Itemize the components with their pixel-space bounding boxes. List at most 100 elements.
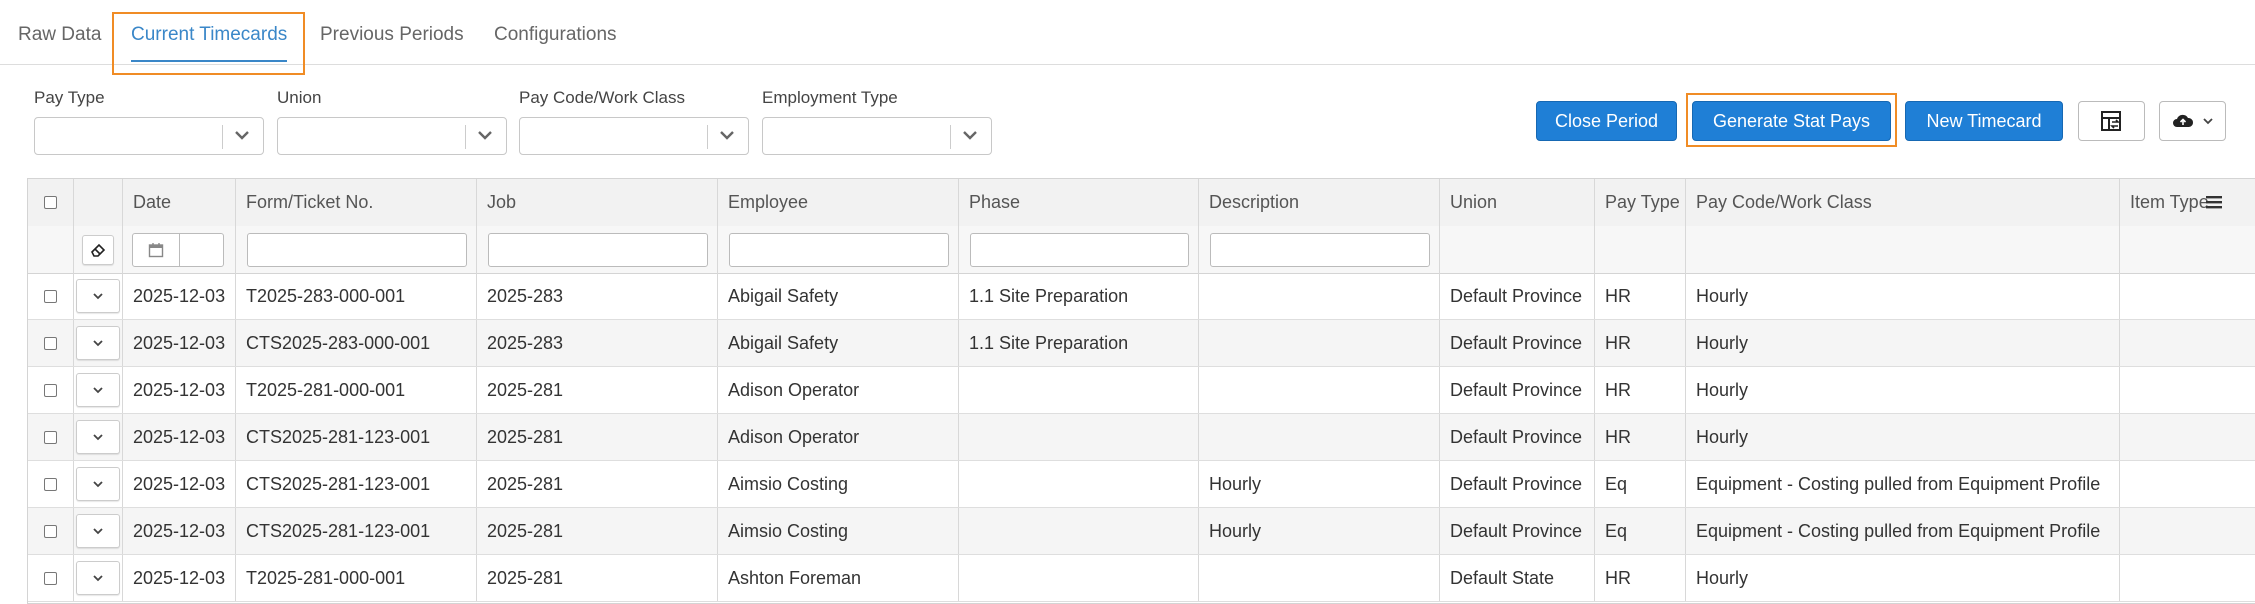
expand-row-button[interactable]	[76, 279, 120, 313]
cell-union: Default Province	[1440, 508, 1595, 554]
cell-employee: Adison Operator	[718, 414, 959, 460]
employment-type-select[interactable]	[762, 117, 992, 155]
cell-phase: 1.1 Site Preparation	[959, 320, 1199, 366]
cell-phase	[959, 461, 1199, 507]
close-period-button[interactable]: Close Period	[1536, 101, 1677, 141]
timecards-table: Date Form/Ticket No. Job Employee Phase …	[27, 178, 2255, 604]
row-checkbox[interactable]	[44, 383, 57, 397]
cell-phase	[959, 414, 1199, 460]
column-header-item-type[interactable]: Item Type	[2120, 179, 2255, 226]
table-row[interactable]: 2025-12-03 CTS2025-283-000-001 2025-283 Abi…	[28, 320, 2255, 367]
select-all-checkbox[interactable]	[44, 196, 57, 209]
filter-label-union: Union	[277, 88, 322, 107]
row-checkbox[interactable]	[44, 524, 57, 538]
cell-date: 2025-12-03	[123, 414, 236, 460]
column-header-employee[interactable]: Employee	[718, 179, 959, 226]
cell-employee: Aimsio Costing	[718, 461, 959, 507]
pay-type-select[interactable]	[34, 117, 264, 155]
cell-date: 2025-12-03	[123, 461, 236, 507]
column-header-pay-type[interactable]: Pay Type	[1595, 179, 1686, 226]
cell-pay-type: HR	[1595, 414, 1686, 460]
column-header-union[interactable]: Union	[1440, 179, 1595, 226]
column-header-date[interactable]: Date	[123, 179, 236, 226]
expand-row-button[interactable]	[76, 420, 120, 454]
expand-row-button[interactable]	[76, 514, 120, 548]
cell-description	[1199, 414, 1440, 460]
row-checkbox[interactable]	[44, 336, 57, 350]
phase-filter-input[interactable]	[970, 232, 1189, 267]
column-header-job[interactable]: Job	[477, 179, 718, 226]
export-dropdown-button[interactable]	[2159, 101, 2226, 141]
expand-row-button[interactable]	[76, 326, 120, 360]
column-header-description[interactable]: Description	[1199, 179, 1440, 226]
table-row[interactable]: 2025-12-03 T2025-283-000-001 2025-283 Abiga…	[28, 273, 2255, 320]
union-select[interactable]	[277, 117, 507, 155]
cell-employee: Ashton Foreman	[718, 555, 959, 601]
expand-row-button[interactable]	[76, 467, 120, 501]
filter-label-pay-type: Pay Type	[34, 88, 105, 107]
row-checkbox[interactable]	[44, 289, 57, 303]
column-menu-icon[interactable]	[2205, 193, 2223, 211]
chevron-down-icon	[963, 131, 977, 140]
row-checkbox[interactable]	[44, 477, 57, 491]
column-header-pay-code[interactable]: Pay Code/Work Class	[1686, 179, 2120, 226]
tab-raw-data[interactable]: Raw Data	[18, 24, 101, 46]
cell-ticket: T2025-283-000-001	[236, 273, 477, 319]
cell-phase	[959, 508, 1199, 554]
cell-description	[1199, 320, 1440, 366]
cell-description	[1199, 367, 1440, 413]
cell-employee: Abigail Safety	[718, 273, 959, 319]
cell-date: 2025-12-03	[123, 320, 236, 366]
cell-union: Default Province	[1440, 273, 1595, 319]
tab-highlight-box	[112, 12, 305, 75]
cell-ticket: T2025-281-000-001	[236, 367, 477, 413]
table-row[interactable]: 2025-12-03 CTS2025-281-123-001 2025-281 Aim…	[28, 508, 2255, 555]
job-filter-input[interactable]	[488, 232, 708, 267]
cell-union: Default Province	[1440, 414, 1595, 460]
cell-job: 2025-281	[477, 367, 718, 413]
generate-stat-pays-button[interactable]: Generate Stat Pays	[1692, 101, 1891, 141]
row-checkbox[interactable]	[44, 571, 57, 585]
chevron-down-icon	[93, 528, 103, 535]
cell-item-type	[2120, 320, 2255, 366]
tab-previous-periods[interactable]: Previous Periods	[320, 24, 464, 46]
cell-union: Default Province	[1440, 461, 1595, 507]
cell-ticket: CTS2025-281-123-001	[236, 508, 477, 554]
cell-description: Hourly	[1199, 508, 1440, 554]
chevron-down-icon	[93, 575, 103, 582]
table-row[interactable]: 2025-12-03 T2025-281-000-001 2025-281 Adiso…	[28, 367, 2255, 414]
cell-phase: 1.1 Site Preparation	[959, 273, 1199, 319]
cell-date: 2025-12-03	[123, 273, 236, 319]
cell-union: Default State	[1440, 555, 1595, 601]
cell-item-type	[2120, 414, 2255, 460]
filter-label-employment-type: Employment Type	[762, 88, 898, 107]
new-timecard-button[interactable]: New Timecard	[1905, 101, 2063, 141]
expand-row-button[interactable]	[76, 373, 120, 407]
cell-description	[1199, 555, 1440, 601]
tab-configurations[interactable]: Configurations	[494, 24, 617, 46]
column-chooser-button[interactable]	[2078, 101, 2145, 141]
pay-code-select[interactable]	[519, 117, 749, 155]
description-filter-input[interactable]	[1210, 232, 1430, 267]
date-filter-input[interactable]	[132, 232, 224, 267]
calendar-button[interactable]	[133, 233, 180, 266]
chevron-down-icon	[93, 387, 103, 394]
table-filter-row	[28, 226, 2255, 274]
cell-ticket: CTS2025-283-000-001	[236, 320, 477, 366]
expand-row-button[interactable]	[76, 561, 120, 595]
table-row[interactable]: 2025-12-03 CTS2025-281-123-001 2025-281 Aim…	[28, 461, 2255, 508]
chevron-down-icon	[235, 131, 249, 140]
table-row[interactable]: 2025-12-03 T2025-281-000-001 2025-281 Ashto…	[28, 555, 2255, 602]
table-row[interactable]: 2025-12-03 CTS2025-281-123-001 2025-281 Adi…	[28, 414, 2255, 461]
clear-filters-button[interactable]	[82, 234, 114, 265]
row-checkbox[interactable]	[44, 430, 57, 444]
column-header-phase[interactable]: Phase	[959, 179, 1199, 226]
columns-swap-icon	[2100, 111, 2121, 131]
ticket-filter-input[interactable]	[247, 232, 467, 267]
column-header-ticket[interactable]: Form/Ticket No.	[236, 179, 477, 226]
cell-union: Default Province	[1440, 320, 1595, 366]
eraser-icon	[91, 243, 106, 257]
cell-pay-code: Hourly	[1686, 555, 2120, 601]
employee-filter-input[interactable]	[729, 232, 949, 267]
cell-pay-code: Hourly	[1686, 367, 2120, 413]
